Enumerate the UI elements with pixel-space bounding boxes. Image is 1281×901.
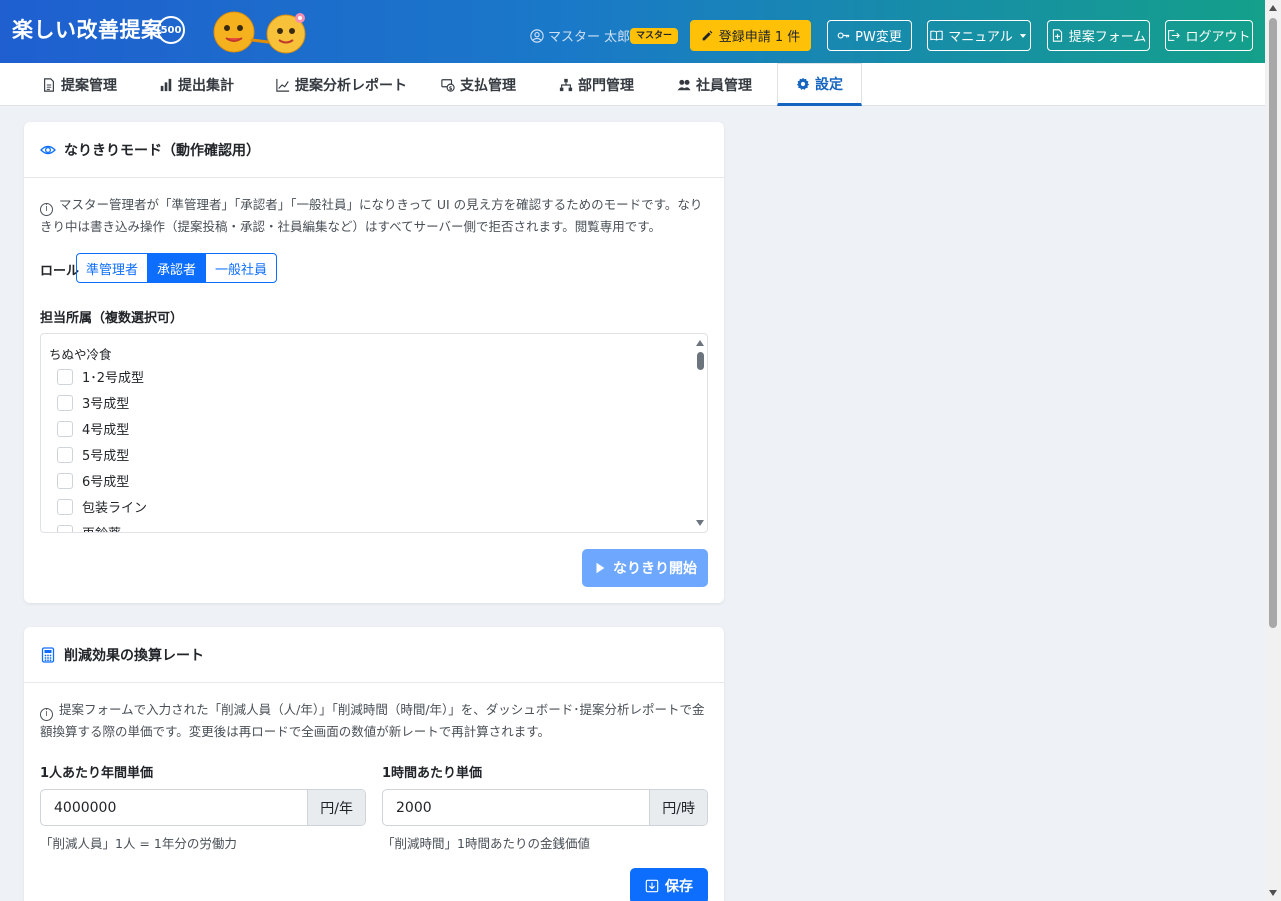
- role-selector: 準管理者 承認者 一般社員: [76, 253, 278, 283]
- hourly-rate-unit: 円/時: [649, 790, 707, 825]
- user-name: マスター 太郎: [548, 30, 631, 45]
- tab-settings[interactable]: 設定: [777, 63, 862, 106]
- tab-employee-management[interactable]: 社員管理: [677, 63, 752, 106]
- file-plus-icon: [1052, 29, 1062, 42]
- department-listbox[interactable]: ちぬや冷食 1･2号成型 3号成型 4号成型 5号成型 6号成型 包装ライン 再…: [40, 333, 708, 533]
- role-option-approver[interactable]: 承認者: [148, 254, 207, 282]
- tab-payment-management[interactable]: $ 支払管理: [441, 63, 516, 106]
- download-save-icon: [645, 879, 659, 893]
- page-scrollbar[interactable]: [1265, 0, 1281, 901]
- app-badge: 500: [157, 16, 185, 44]
- annual-rate-label: 1人あたり年間単価: [40, 766, 154, 781]
- checkbox[interactable]: [57, 420, 73, 437]
- hourly-rate-label: 1時間あたり単価: [382, 766, 483, 781]
- hourly-rate-input-group: 2000 円/時: [382, 789, 708, 826]
- annual-rate-input[interactable]: 4000000: [41, 790, 307, 825]
- checkbox[interactable]: [57, 394, 73, 411]
- annual-rate-help: 「削減人員」1人 = 1年分の労働力: [40, 836, 237, 851]
- checkbox[interactable]: [57, 472, 73, 489]
- play-icon: [596, 562, 605, 574]
- user-circle-icon: [530, 28, 544, 43]
- impersonation-card: なりきりモード（動作確認用） i マスター管理者が「準管理者」「承認者」「一般社員…: [24, 122, 724, 603]
- book-icon: [930, 30, 943, 41]
- role-label: ロール: [40, 264, 80, 279]
- department-option[interactable]: 5号成型: [57, 445, 129, 464]
- org-chart-icon: [559, 78, 573, 91]
- impersonation-card-header: なりきりモード（動作確認用）: [24, 122, 724, 178]
- mascot-logo-icon: [213, 11, 306, 54]
- conversion-card-header: 削減効果の換算レート: [24, 627, 724, 683]
- role-option-general[interactable]: 一般社員: [206, 254, 276, 282]
- listbox-scrollbar-thumb[interactable]: [697, 352, 704, 370]
- checkbox[interactable]: [57, 368, 73, 385]
- current-user: マスター 太郎: [530, 26, 630, 45]
- save-button[interactable]: 保存: [630, 868, 708, 901]
- checkbox[interactable]: [57, 524, 73, 532]
- app-title[interactable]: 楽しい改善提案: [12, 14, 163, 44]
- hourly-rate-help: 「削減時間」1時間あたりの金銭価値: [382, 836, 590, 851]
- scroll-down-icon[interactable]: [695, 518, 705, 528]
- scroll-up-icon[interactable]: [1269, 4, 1277, 12]
- edit-icon: [702, 30, 713, 41]
- tab-proposal-management[interactable]: 提案管理: [42, 63, 117, 106]
- key-icon: [837, 32, 850, 39]
- line-chart-icon: [276, 78, 290, 92]
- checkbox[interactable]: [57, 446, 73, 463]
- conversion-title: 削減効果の換算レート: [64, 647, 204, 664]
- document-icon: [44, 77, 54, 92]
- scroll-up-icon[interactable]: [695, 338, 705, 348]
- manual-dropdown-button[interactable]: マニュアル: [927, 20, 1031, 51]
- top-navbar: 楽しい改善提案 500 マスター 太郎 マスター 登録申請 1 件 PW変更 マ…: [0, 0, 1265, 63]
- impersonation-info: i マスター管理者が「準管理者」「承認者」「一般社員」になりきって UI の見え方…: [40, 197, 703, 234]
- conversion-info: i 提案フォームで入力された「削減人員（人/年）」「削減時間（時間/年）」を、ダッ…: [40, 702, 705, 739]
- page-scrollbar-thumb[interactable]: [1269, 18, 1277, 628]
- gear-icon: [796, 77, 810, 90]
- annual-rate-input-group: 4000000 円/年: [40, 789, 366, 826]
- department-option[interactable]: 再鈴薬: [57, 523, 121, 532]
- annual-rate-unit: 円/年: [307, 790, 365, 825]
- hourly-rate-input[interactable]: 2000: [383, 790, 649, 825]
- department-option[interactable]: 6号成型: [57, 471, 129, 490]
- svg-text:$: $: [449, 85, 453, 91]
- caret-down-icon: [1019, 33, 1026, 38]
- main-tabs: 提案管理 提出集計 提案分析レポート $ 支払管理 部門管理 社員管理 設定: [0, 63, 1265, 106]
- department-option[interactable]: 4号成型: [57, 419, 129, 438]
- checkbox[interactable]: [57, 498, 73, 515]
- pw-change-button[interactable]: PW変更: [827, 20, 912, 51]
- department-option[interactable]: 1･2号成型: [57, 367, 144, 386]
- tab-analysis-report[interactable]: 提案分析レポート: [276, 63, 407, 106]
- role-badge: マスター: [630, 28, 679, 44]
- conversion-rate-card: 削減効果の換算レート i 提案フォームで入力された「削減人員（人/年）」「削減時間…: [24, 627, 724, 901]
- tab-department-management[interactable]: 部門管理: [559, 63, 634, 106]
- department-group-label: ちぬや冷食: [49, 347, 112, 362]
- department-option[interactable]: 包装ライン: [57, 497, 147, 516]
- calculator-icon: [41, 646, 55, 663]
- department-option[interactable]: 3号成型: [57, 393, 129, 412]
- scroll-down-icon[interactable]: [1269, 889, 1277, 897]
- proposal-form-button[interactable]: 提案フォーム: [1047, 20, 1150, 51]
- logout-icon: [1168, 30, 1181, 41]
- tab-submission-totals[interactable]: 提出集計: [159, 63, 234, 106]
- people-icon: [677, 79, 691, 90]
- info-icon: i: [40, 203, 53, 216]
- bar-chart-icon: [160, 78, 172, 91]
- logout-button[interactable]: ログアウト: [1165, 20, 1253, 51]
- registration-request-button[interactable]: 登録申請 1 件: [690, 20, 811, 51]
- payment-icon: $: [441, 78, 455, 91]
- eye-icon: [40, 145, 56, 154]
- impersonation-title: なりきりモード（動作確認用）: [64, 142, 260, 159]
- start-impersonation-button[interactable]: なりきり開始: [582, 549, 708, 587]
- info-icon: i: [40, 708, 53, 721]
- department-label: 担当所属（複数選択可）: [40, 311, 184, 326]
- role-option-sub-admin[interactable]: 準管理者: [77, 254, 149, 282]
